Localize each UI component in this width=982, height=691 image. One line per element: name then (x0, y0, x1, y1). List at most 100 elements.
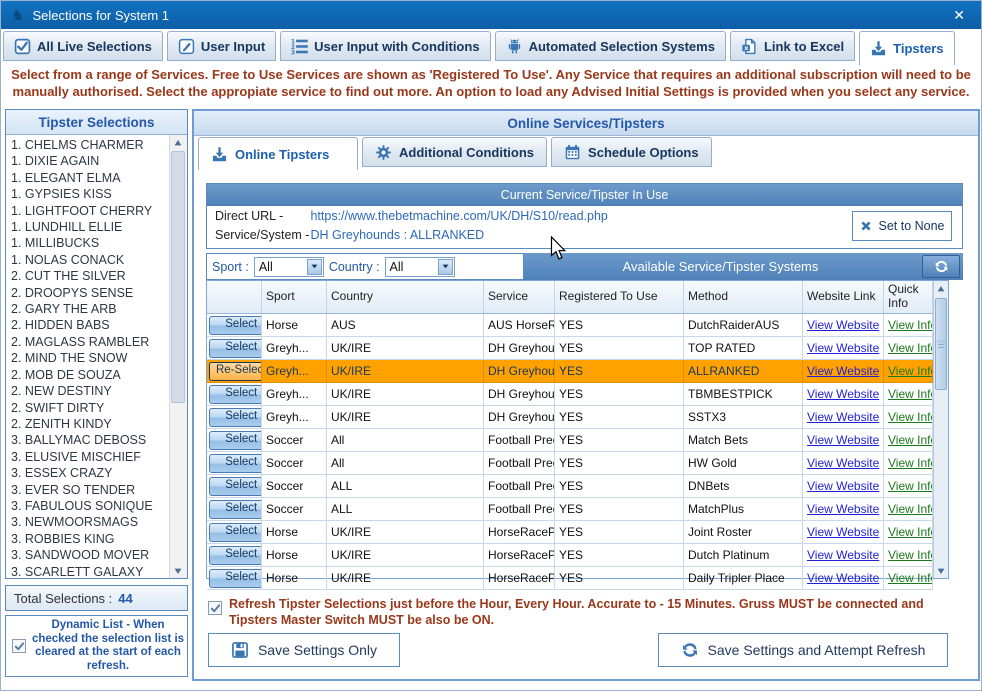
tab-automated-selection-systems[interactable]: Automated Selection Systems (495, 31, 726, 61)
view-website-link[interactable]: View Website (807, 571, 879, 585)
view-website-link[interactable]: View Website (807, 525, 879, 539)
view-info-link[interactable]: View Info (888, 456, 933, 470)
view-info-link[interactable]: View Info (888, 341, 933, 355)
view-info-link[interactable]: View Info (888, 433, 933, 447)
view-website-link[interactable]: View Website (807, 410, 879, 424)
view-info-link[interactable]: View Info (888, 318, 933, 332)
select-system-button[interactable]: Select System (209, 546, 262, 565)
tab-user-input-with-conditions[interactable]: 123 User Input with Conditions (280, 31, 490, 61)
list-item[interactable]: 3. EVER SO TENDER (11, 482, 170, 498)
select-system-button[interactable]: Select System (209, 500, 262, 519)
list-item[interactable]: 2. GARY THE ARB (11, 301, 170, 317)
view-info-link[interactable]: View Info (888, 502, 933, 516)
list-item[interactable]: 2. MIND THE SNOW (11, 350, 170, 366)
select-system-button[interactable]: Re-Select System (209, 362, 262, 381)
select-system-button[interactable]: Select System (209, 523, 262, 542)
list-item[interactable]: 2. MOB DE SOUZA (11, 367, 170, 383)
close-icon[interactable]: ✕ (953, 7, 965, 24)
view-website-link[interactable]: View Website (807, 364, 879, 378)
view-website-link[interactable]: View Website (807, 433, 879, 447)
refresh-list-button[interactable] (922, 255, 960, 278)
cell-country: All (327, 429, 484, 452)
view-website-link[interactable]: View Website (807, 387, 879, 401)
service-system-label: Service/System - (215, 228, 307, 242)
tab-link-to-excel[interactable]: x Link to Excel (730, 31, 855, 61)
list-item[interactable]: 2. ZENITH KINDY (11, 416, 170, 432)
direct-url-label: Direct URL - (215, 209, 307, 223)
list-item[interactable]: 1. MILLIBUCKS (11, 235, 170, 251)
select-system-button[interactable]: Select System (209, 316, 262, 335)
list-item[interactable]: 3. NEWMOORSMAGS (11, 514, 170, 530)
list-item[interactable]: 3. BALLYMAC DEBOSS (11, 432, 170, 448)
list-item[interactable]: 1. NOLAS CONACK (11, 252, 170, 268)
select-system-button[interactable]: Select System (209, 385, 262, 404)
cell-country: UK/IRE (327, 337, 484, 360)
list-item[interactable]: 2. CUT THE SILVER (11, 268, 170, 284)
dynamic-list-checkbox[interactable] (12, 639, 26, 653)
view-info-link[interactable]: View Info (888, 387, 933, 401)
list-item[interactable]: 3. FABULOUS SONIQUE (11, 498, 170, 514)
list-item[interactable]: 3. ELUSIVE MISCHIEF (11, 449, 170, 465)
view-website-link[interactable]: View Website (807, 548, 879, 562)
view-website-link[interactable]: View Website (807, 318, 879, 332)
view-website-link[interactable]: View Website (807, 479, 879, 493)
scroll-down-icon[interactable] (170, 563, 186, 578)
tab-user-input[interactable]: User Input (167, 31, 276, 61)
view-info-link[interactable]: View Info (888, 571, 933, 585)
scrollbar-thumb[interactable] (171, 151, 185, 403)
direct-url-value[interactable]: https://www.thebetmachine.com/UK/DH/S10/… (310, 209, 607, 223)
scrollbar-thumb[interactable] (935, 298, 947, 390)
save-settings-only-button[interactable]: Save Settings Only (208, 633, 400, 667)
select-system-button[interactable]: Select System (209, 569, 262, 588)
select-system-button[interactable]: Select System (209, 477, 262, 496)
list-item[interactable]: 2. MAGLASS RAMBLER (11, 334, 170, 350)
view-info-link[interactable]: View Info (888, 548, 933, 562)
scroll-down-icon[interactable] (934, 563, 948, 578)
select-system-button[interactable]: Select System (209, 431, 262, 450)
list-item[interactable]: 3. ESSEX CRAZY (11, 465, 170, 481)
country-select[interactable]: All (385, 257, 455, 277)
list-item[interactable]: 3. SANDWOOD MOVER (11, 547, 170, 563)
view-website-link[interactable]: View Website (807, 502, 879, 516)
list-item[interactable]: 2. SWIFT DIRTY (11, 400, 170, 416)
list-item[interactable]: 1. ELEGANT ELMA (11, 170, 170, 186)
view-info-link[interactable]: View Info (888, 479, 933, 493)
scroll-up-icon[interactable] (170, 135, 186, 150)
scroll-up-icon[interactable] (934, 281, 948, 296)
list-item[interactable]: 1. LUNDHILL ELLIE (11, 219, 170, 235)
set-to-none-button[interactable]: Set to None (852, 211, 952, 241)
save-settings-and-refresh-button[interactable]: Save Settings and Attempt Refresh (658, 633, 948, 667)
list-item[interactable]: 2. DROOPYS SENSE (11, 285, 170, 301)
sport-select[interactable]: All (254, 257, 324, 277)
view-info-link[interactable]: View Info (888, 364, 933, 378)
select-system-button[interactable]: Select System (209, 408, 262, 427)
cell-registered: YES (555, 452, 684, 475)
list-item[interactable]: 1. LIGHTFOOT CHERRY (11, 203, 170, 219)
chevron-down-icon[interactable] (307, 259, 322, 275)
select-system-button[interactable]: Select System (209, 339, 262, 358)
sidebar-scrollbar[interactable] (169, 135, 187, 578)
view-website-link[interactable]: View Website (807, 341, 879, 355)
tab-tipsters[interactable]: Tipsters (859, 31, 954, 65)
list-item[interactable]: 1. DIXIE AGAIN (11, 153, 170, 169)
list-item[interactable]: 1. GYPSIES KISS (11, 186, 170, 202)
list-item[interactable]: 3. SCARLETT GALAXY (11, 564, 170, 578)
table-row: Select System Soccer All Football Predic… (207, 429, 933, 452)
list-item[interactable]: 3. ROBBIES KING (11, 531, 170, 547)
view-info-link[interactable]: View Info (888, 525, 933, 539)
gear-icon (375, 144, 392, 161)
select-system-button[interactable]: Select System (209, 454, 262, 473)
table-scrollbar[interactable] (933, 281, 948, 578)
list-item[interactable]: 2. HIDDEN BABS (11, 317, 170, 333)
list-item[interactable]: 1. CHELMS CHARMER (11, 137, 170, 153)
tab-all-live-selections[interactable]: All Live Selections (3, 31, 163, 61)
subtab-online-tipsters[interactable]: Online Tipsters (198, 137, 358, 170)
view-info-link[interactable]: View Info (888, 410, 933, 424)
table-header-row: SportCountryServiceRegistered To UseMeth… (207, 281, 933, 314)
list-item[interactable]: 2. NEW DESTINY (11, 383, 170, 399)
subtab-schedule-options[interactable]: Schedule Options (551, 137, 712, 167)
subtab-additional-conditions[interactable]: Additional Conditions (362, 137, 547, 167)
view-website-link[interactable]: View Website (807, 456, 879, 470)
chevron-down-icon[interactable] (438, 259, 453, 275)
refresh-note-checkbox[interactable] (208, 601, 222, 615)
